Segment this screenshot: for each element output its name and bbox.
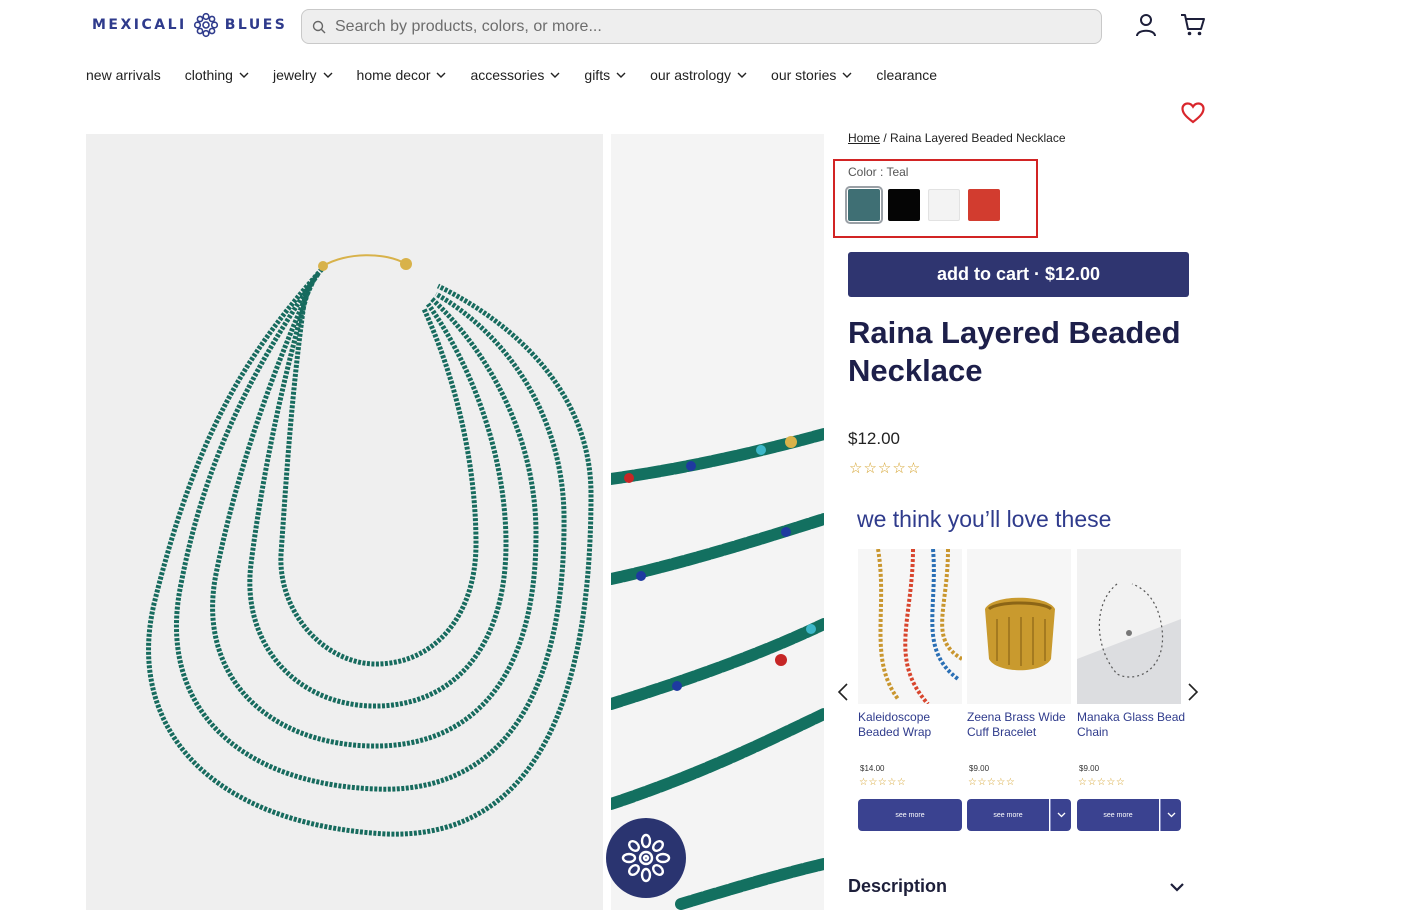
add-to-cart-button[interactable]: add to cart · $12.00 xyxy=(848,252,1189,297)
main-nav: new arrivals clothing jewelry home decor… xyxy=(86,64,961,86)
rec-card: Manaka Glass Bead Chain $9.00 ☆☆☆☆☆ see … xyxy=(1077,549,1185,831)
logo-text-left: MEXICALI xyxy=(92,17,187,33)
breadcrumb-separator: / xyxy=(883,131,887,145)
nav-item-jewelry[interactable]: jewelry xyxy=(273,67,333,83)
see-more-button[interactable]: see more xyxy=(967,799,1049,831)
chevron-down-icon[interactable] xyxy=(1169,881,1185,893)
nav-label: jewelry xyxy=(272,67,317,83)
breadcrumb: Home / Raina Layered Beaded Necklace xyxy=(848,131,1066,145)
rec-card: Kaleidoscope Beaded Wrap $14.00 ☆☆☆☆☆ se… xyxy=(858,549,962,831)
nav-item-clothing[interactable]: clothing xyxy=(185,67,249,83)
see-more-button[interactable]: see more xyxy=(1077,799,1159,831)
rec-price: $14.00 xyxy=(860,764,885,773)
swatch-red[interactable] xyxy=(968,189,1000,221)
product-image-main[interactable] xyxy=(86,134,603,910)
nav-item-new-arrivals[interactable]: new arrivals xyxy=(86,67,161,83)
chevron-right-icon xyxy=(1188,683,1199,701)
nav-label: gifts xyxy=(584,67,611,83)
flower-icon xyxy=(621,833,671,883)
bead-chain-image xyxy=(1077,549,1181,704)
user-icon xyxy=(1136,14,1156,37)
recommendations-title: we think you’ll love these xyxy=(857,506,1112,532)
product-price: $12.00 xyxy=(848,429,900,448)
heart-icon[interactable] xyxy=(1181,102,1205,124)
rec-price: $9.00 xyxy=(1079,764,1100,773)
site-logo[interactable]: MEXICALI BLUES xyxy=(92,10,287,40)
beaded-wrap-image xyxy=(858,549,962,704)
variant-dropdown-button[interactable] xyxy=(1160,799,1181,831)
variant-dropdown-button[interactable] xyxy=(1050,799,1071,831)
chevron-down-icon xyxy=(323,72,333,78)
rec-stars: ☆☆☆☆☆ xyxy=(968,777,1016,788)
chevron-left-icon xyxy=(837,683,848,701)
nav-item-our-stories[interactable]: our stories xyxy=(771,67,852,83)
chevron-down-icon xyxy=(436,72,446,78)
nav-label: clearance xyxy=(876,67,938,83)
rec-image[interactable] xyxy=(1077,549,1181,704)
rec-image[interactable] xyxy=(967,549,1071,704)
swatch-white[interactable] xyxy=(928,189,960,221)
chevron-down-icon xyxy=(842,72,852,78)
search-bar[interactable] xyxy=(301,9,1102,44)
color-label: Color : Teal xyxy=(848,165,909,179)
necklace-image xyxy=(86,134,603,910)
nav-label: clothing xyxy=(184,67,233,83)
nav-item-our-astrology[interactable]: our astrology xyxy=(650,67,747,83)
product-image-secondary[interactable] xyxy=(611,134,824,910)
rec-card: Zeena Brass Wide Cuff Bracelet $9.00 ☆☆☆… xyxy=(967,549,1071,831)
carousel-next-button[interactable] xyxy=(1186,682,1200,702)
breadcrumb-current: Raina Layered Beaded Necklace xyxy=(890,131,1066,145)
chevron-down-icon xyxy=(616,72,626,78)
cart-icon xyxy=(1181,14,1205,36)
nav-item-accessories[interactable]: accessories xyxy=(470,67,560,83)
nav-item-gifts[interactable]: gifts xyxy=(584,67,626,83)
product-rating-stars[interactable]: ☆☆☆☆☆ xyxy=(849,459,921,477)
rec-name[interactable]: Manaka Glass Bead Chain xyxy=(1077,710,1187,740)
see-more-button[interactable]: see more xyxy=(858,799,962,831)
nav-item-clearance[interactable]: clearance xyxy=(876,67,937,83)
rec-image[interactable] xyxy=(858,549,962,704)
cuff-bracelet-image xyxy=(967,549,1071,704)
chevron-down-icon xyxy=(239,72,249,78)
search-input[interactable] xyxy=(335,17,1035,36)
rec-stars: ☆☆☆☆☆ xyxy=(1078,777,1126,788)
cart-button[interactable] xyxy=(1180,12,1206,38)
nav-label: accessories xyxy=(470,67,545,83)
search-icon xyxy=(312,20,326,33)
swatch-teal[interactable] xyxy=(845,186,883,224)
breadcrumb-home-link[interactable]: Home xyxy=(848,131,880,145)
nav-label: home decor xyxy=(356,67,431,83)
carousel-prev-button[interactable] xyxy=(836,682,850,702)
nav-label: our stories xyxy=(771,67,837,83)
chevron-down-icon xyxy=(550,72,560,78)
rewards-badge[interactable] xyxy=(606,818,686,898)
nav-label: our astrology xyxy=(650,67,732,83)
necklace-detail-image xyxy=(611,134,824,910)
logo-flower-icon xyxy=(193,12,218,38)
rec-stars: ☆☆☆☆☆ xyxy=(859,777,907,788)
chevron-down-icon xyxy=(737,72,747,78)
nav-item-home-decor[interactable]: home decor xyxy=(357,67,447,83)
product-title: Raina Layered Beaded Necklace xyxy=(848,315,1181,388)
rec-name[interactable]: Zeena Brass Wide Cuff Bracelet xyxy=(967,710,1077,740)
rec-price: $9.00 xyxy=(969,764,990,773)
chevron-down-icon xyxy=(1057,812,1065,818)
description-accordion-title[interactable]: Description xyxy=(848,876,947,897)
logo-text-right: BLUES xyxy=(224,17,288,33)
account-button[interactable] xyxy=(1133,12,1159,38)
rec-name[interactable]: Kaleidoscope Beaded Wrap xyxy=(858,710,968,740)
nav-label: new arrivals xyxy=(86,67,161,83)
chevron-down-icon xyxy=(1167,812,1175,818)
swatch-black[interactable] xyxy=(888,189,920,221)
